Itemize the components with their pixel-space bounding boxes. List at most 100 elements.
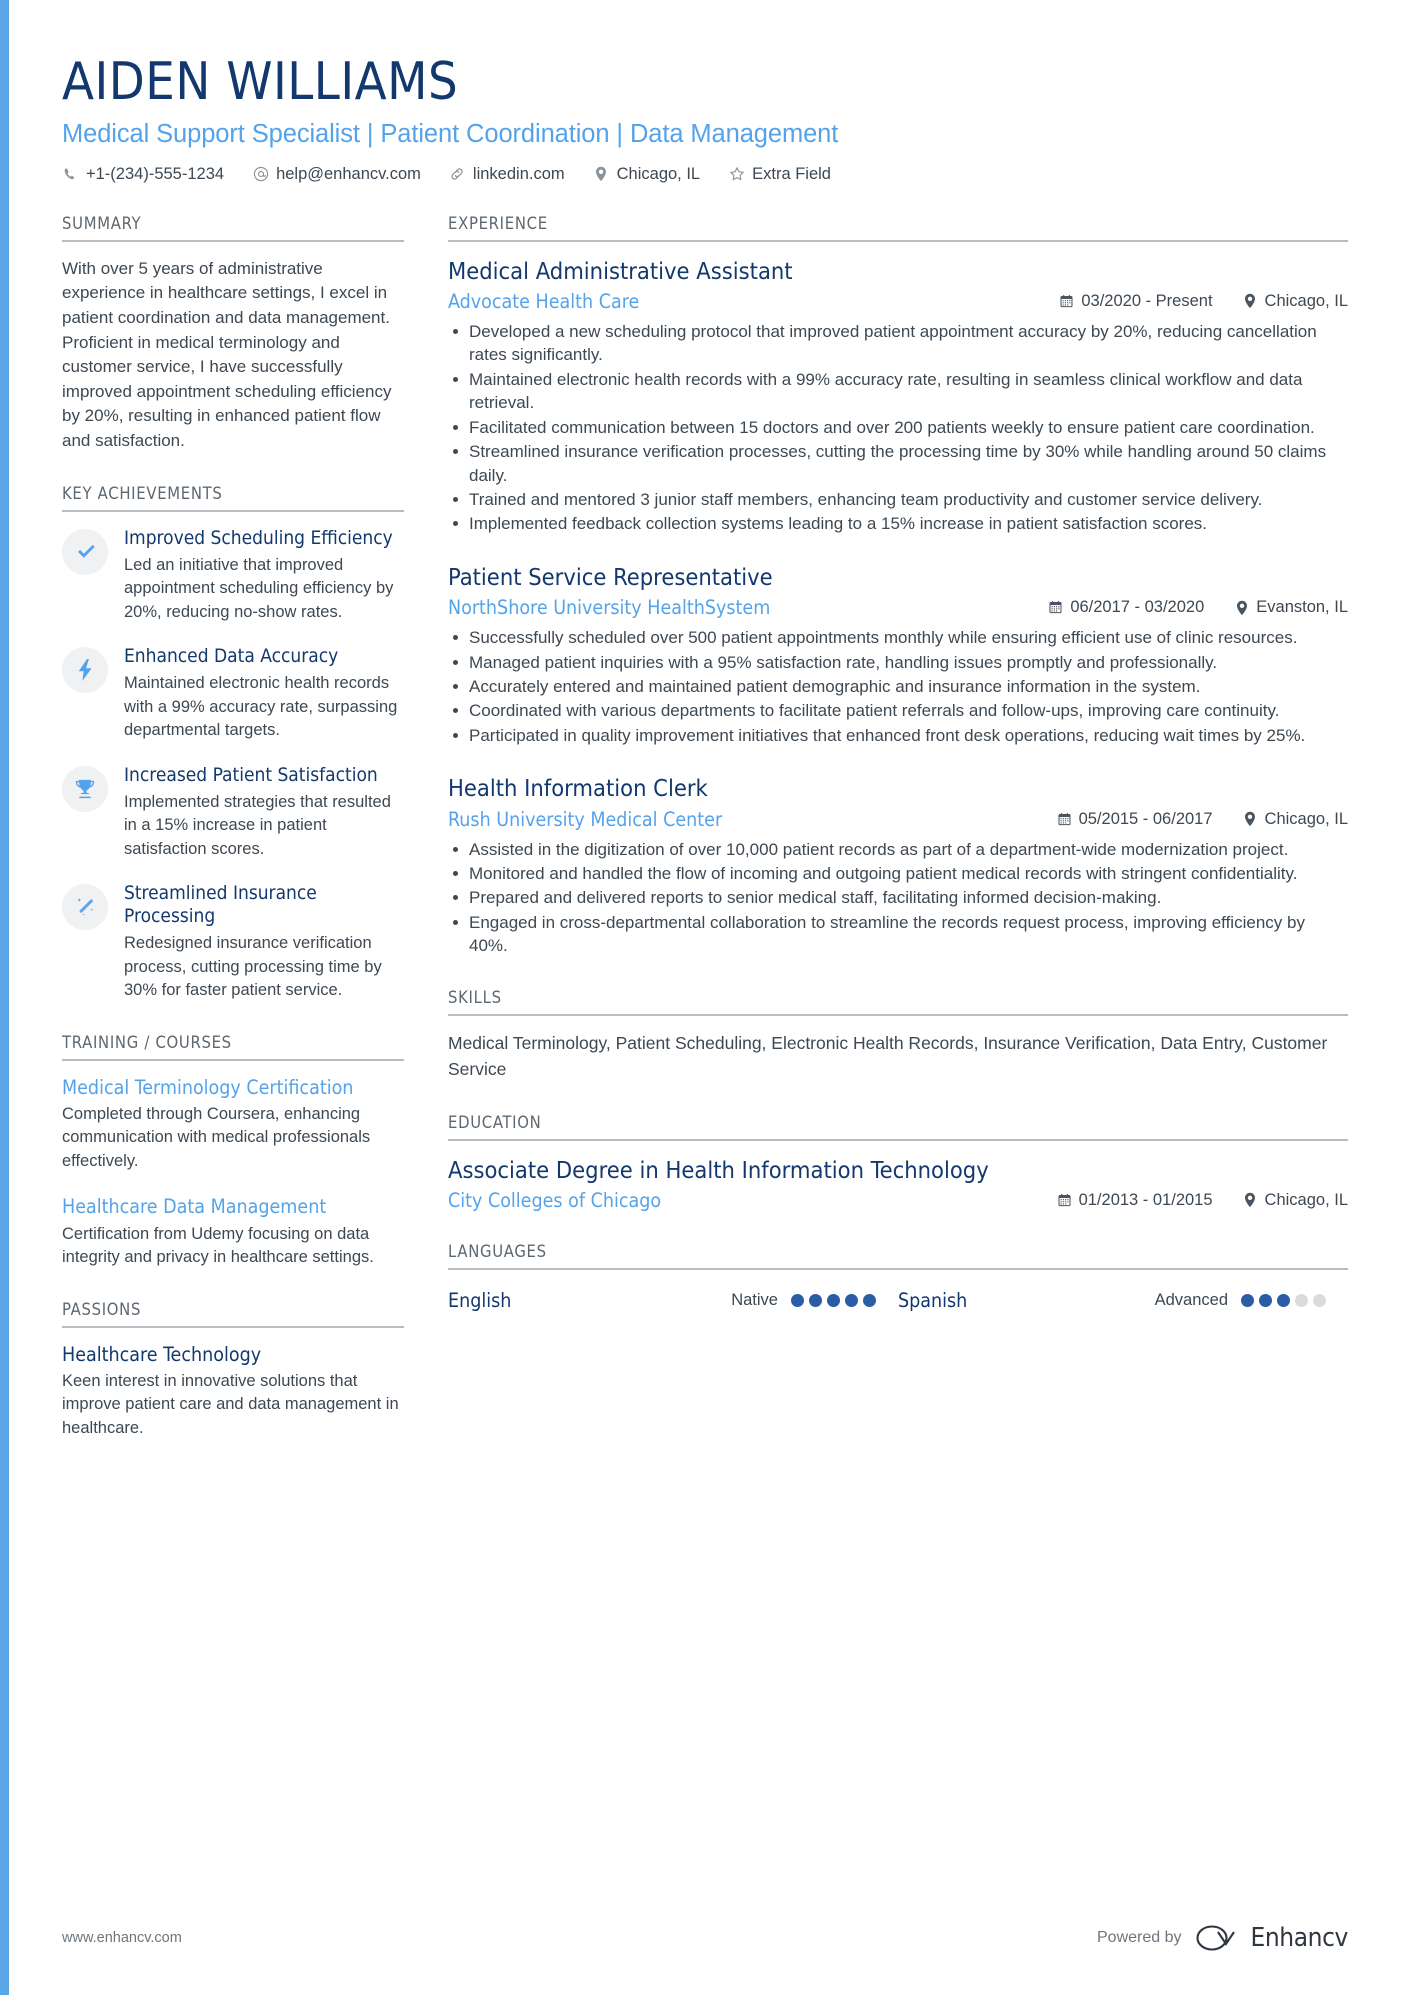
job-location: Chicago, IL <box>1243 292 1348 311</box>
job-location: Chicago, IL <box>1243 810 1348 829</box>
section-training-courses: TRAINING / COURSES Medical Terminology C… <box>62 1033 404 1270</box>
skills-text: Medical Terminology, Patient Scheduling,… <box>448 1032 1328 1079</box>
proficiency-dot <box>1259 1293 1272 1307</box>
section-title-key-achievements: KEY ACHIEVEMENTS <box>62 484 404 512</box>
education-entry: Associate Degree in Health Information T… <box>448 1156 1348 1212</box>
proficiency-dot <box>827 1293 840 1307</box>
education-location: Chicago, IL <box>1243 1191 1348 1210</box>
trophy-icon-badge <box>62 765 108 812</box>
contact-text: +1-(234)-555-1234 <box>86 164 225 183</box>
education-school[interactable]: City Colleges of Chicago <box>448 1189 661 1212</box>
contact-row: +1-(234)-555-1234 help@enhancv.com linkedi… <box>62 165 1348 184</box>
job-meta-row: Advocate Health Care 03/2020 - Present Chi… <box>448 290 1348 313</box>
achievement-item: Increased Patient Satisfaction Implemente… <box>62 764 404 861</box>
job-location-text: Chicago, IL <box>1264 809 1348 828</box>
job-bullet-list: Developed a new scheduling protocol that… <box>448 320 1348 536</box>
job-meta-right: 03/2020 - Present Chicago, IL <box>1029 292 1348 311</box>
passion-title: Healthcare Technology <box>62 1342 262 1366</box>
proficiency-dot <box>845 1293 858 1307</box>
achievement-text: Enhanced Data Accuracy Maintained electro… <box>124 645 404 742</box>
job-location: Evanston, IL <box>1234 598 1348 617</box>
language-proficiency-dots <box>791 1293 876 1307</box>
job-bullet: Coordinated with various departments to … <box>448 699 1348 722</box>
resume-header: AIDEN WILLIAMS Medical Support Specialis… <box>62 55 1348 184</box>
job-role-title: Health Information Clerk <box>448 774 708 803</box>
summary-text: With over 5 years of administrative expe… <box>62 258 392 451</box>
education-meta-row: City Colleges of Chicago 01/2013 - 01/201… <box>448 1189 1348 1212</box>
section-title-languages: LANGUAGES <box>448 1242 1348 1270</box>
job-bullet: Prepared and delivered reports to senior… <box>448 886 1348 909</box>
contact-item[interactable]: help@enhancv.com <box>252 165 421 184</box>
proficiency-dot <box>863 1293 876 1307</box>
link-icon <box>449 166 466 183</box>
powered-by-label: Powered by <box>1097 1929 1182 1946</box>
education-degree: Associate Degree in Health Information T… <box>448 1155 989 1184</box>
job-bullet: Successfully scheduled over 500 patient … <box>448 626 1348 649</box>
language-proficiency-dots <box>1241 1293 1326 1307</box>
calendar-icon <box>1048 600 1063 615</box>
job-bullet: Trained and mentored 3 junior staff memb… <box>448 488 1348 511</box>
star-icon <box>728 166 745 183</box>
job-bullet: Assisted in the digitization of over 10,… <box>448 838 1348 861</box>
job-bullet: Maintained electronic health records wit… <box>448 368 1348 415</box>
job-bullet: Developed a new scheduling protocol that… <box>448 320 1348 367</box>
language-level-label: Native <box>731 1290 778 1309</box>
section-title-experience: EXPERIENCE <box>448 214 1348 242</box>
job-date-text: 06/2017 - 03/2020 <box>1070 598 1205 617</box>
section-title-training: TRAINING / COURSES <box>62 1033 404 1061</box>
passion-item: Healthcare Technology Keen interest in in… <box>62 1343 404 1441</box>
experience-list: Medical Administrative Assistant Advocate… <box>448 242 1348 958</box>
job-bullet: Accurately entered and maintained patien… <box>448 675 1348 698</box>
contact-item[interactable]: +1-(234)-555-1234 <box>62 165 224 184</box>
job-company-name[interactable]: Advocate Health Care <box>448 290 639 313</box>
contact-item[interactable]: Extra Field <box>728 165 831 184</box>
calendar-icon <box>1057 812 1072 827</box>
professional-headline: Medical Support Specialist | Patient Coo… <box>62 119 839 148</box>
section-languages: LANGUAGES English Native Spanish Advanced <box>448 1242 1348 1312</box>
language-item: English Native <box>448 1289 898 1312</box>
achievement-description: Led an initiative that improved appointm… <box>124 555 394 621</box>
main-column: EXPERIENCE Medical Administrative Assist… <box>448 214 1348 1342</box>
proficiency-dot <box>809 1293 822 1307</box>
section-passions: PASSIONS Healthcare Technology Keen inter… <box>62 1300 404 1441</box>
achievement-title: Increased Patient Satisfaction <box>124 763 378 786</box>
proficiency-dot <box>1313 1293 1326 1307</box>
course-title[interactable]: Healthcare Data Management <box>62 1195 404 1219</box>
language-rating-group: Advanced <box>1155 1291 1348 1310</box>
experience-entry: Medical Administrative Assistant Advocate… <box>448 257 1348 536</box>
location-icon <box>593 166 610 183</box>
location-icon <box>1243 294 1258 309</box>
contact-text: Chicago, IL <box>616 164 701 183</box>
job-date-range: 05/2015 - 06/2017 <box>1057 810 1213 829</box>
job-company-name[interactable]: NorthShore University HealthSystem <box>448 596 770 619</box>
brand-name: Enhancv <box>1250 1923 1349 1953</box>
job-bullet: Participated in quality improvement init… <box>448 724 1348 747</box>
proficiency-dot <box>1241 1293 1254 1307</box>
job-role-title: Medical Administrative Assistant <box>448 256 793 285</box>
calendar-icon <box>1059 294 1074 309</box>
course-title[interactable]: Medical Terminology Certification <box>62 1076 404 1100</box>
language-level-label: Advanced <box>1154 1290 1228 1309</box>
job-company-name[interactable]: Rush University Medical Center <box>448 808 722 831</box>
language-item: Spanish Advanced <box>898 1289 1348 1312</box>
section-key-achievements: KEY ACHIEVEMENTS Improved Scheduling Eff… <box>62 484 404 1003</box>
section-title-education: EDUCATION <box>448 1113 1348 1141</box>
magic-wand-icon-badge <box>62 884 108 931</box>
page-footer: www.enhancv.com Powered by Enhancv <box>62 1923 1348 1953</box>
enhancv-logo-icon <box>1195 1924 1242 1952</box>
location-icon <box>1234 600 1249 615</box>
email-icon <box>252 166 269 183</box>
job-meta-right: 05/2015 - 06/2017 Chicago, IL <box>1027 810 1348 829</box>
experience-entry: Health Information Clerk Rush University … <box>448 774 1348 957</box>
passion-description: Keen interest in innovative solutions th… <box>62 1371 399 1437</box>
contact-item[interactable]: linkedin.com <box>449 165 565 184</box>
language-name: English <box>448 1288 512 1312</box>
check-icon-badge <box>62 528 108 575</box>
job-meta-row: NorthShore University HealthSystem 06/201… <box>448 596 1348 619</box>
proficiency-dot <box>791 1293 804 1307</box>
section-education: EDUCATION Associate Degree in Health Inf… <box>448 1113 1348 1212</box>
footer-website-url[interactable]: www.enhancv.com <box>62 1930 182 1946</box>
job-bullet-list: Successfully scheduled over 500 patient … <box>448 626 1348 747</box>
course-description: Completed through Coursera, enhancing co… <box>62 1105 371 1170</box>
contact-item[interactable]: Chicago, IL <box>593 165 700 184</box>
